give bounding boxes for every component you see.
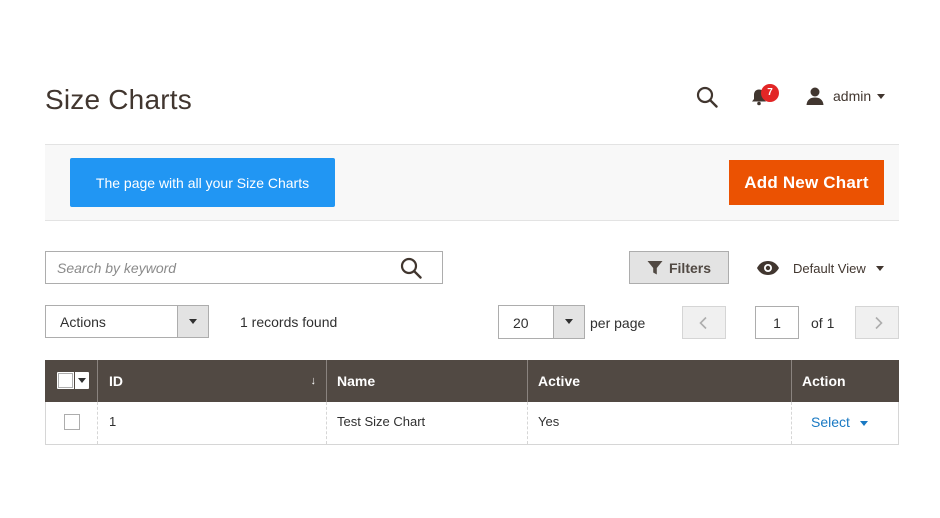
- per-page-dropdown-toggle[interactable]: [553, 306, 584, 338]
- column-header-active[interactable]: Active: [528, 360, 792, 402]
- next-page-button[interactable]: [855, 306, 899, 339]
- chevron-down-icon: [189, 319, 197, 324]
- user-name[interactable]: admin: [833, 88, 871, 104]
- total-pages-label: of 1: [811, 315, 835, 331]
- previous-page-button[interactable]: [682, 306, 726, 339]
- grid-header: ID ↓ Name Active Action: [45, 360, 899, 402]
- chevron-down-icon[interactable]: [877, 94, 885, 99]
- actions-label: Actions: [60, 314, 106, 330]
- row-select-action-link[interactable]: Select: [811, 414, 850, 430]
- row-checkbox[interactable]: [64, 414, 80, 430]
- current-page-input[interactable]: [755, 306, 799, 339]
- column-label-action: Action: [802, 373, 846, 389]
- filters-button[interactable]: Filters: [629, 251, 729, 284]
- view-label: Default View: [793, 260, 866, 276]
- divider: [74, 372, 75, 389]
- filters-label: Filters: [668, 259, 711, 276]
- mass-select-column: [45, 360, 98, 402]
- checkbox-box: [58, 373, 73, 388]
- row-id: 1: [98, 402, 327, 444]
- per-page-dropdown[interactable]: 20: [498, 305, 585, 339]
- column-label-active: Active: [538, 373, 581, 389]
- chevron-down-icon: [78, 378, 86, 383]
- view-switcher[interactable]: Default View: [756, 257, 884, 279]
- search-icon[interactable]: [696, 86, 718, 108]
- funnel-icon: [647, 260, 663, 274]
- notification-badge[interactable]: 7: [761, 84, 779, 102]
- page-title: Size Charts: [45, 84, 192, 115]
- per-page-label: per page: [590, 315, 646, 331]
- search-box: [45, 251, 443, 284]
- search-input[interactable]: [46, 252, 386, 283]
- row-select-cell: [46, 402, 98, 444]
- table-row: 1 Test Size Chart Yes Select: [45, 402, 899, 445]
- column-header-name[interactable]: Name: [327, 360, 528, 402]
- size-charts-info-button[interactable]: The page with all your Size Charts: [70, 158, 335, 207]
- search-icon[interactable]: [400, 257, 422, 279]
- per-page-value: 20: [513, 315, 529, 331]
- chevron-down-icon: [875, 265, 884, 271]
- records-count: 1 records found: [240, 314, 338, 330]
- column-header-id[interactable]: ID ↓: [98, 360, 327, 402]
- row-name: Test Size Chart: [327, 402, 528, 444]
- row-action-cell: Select: [792, 402, 898, 444]
- actions-dropdown[interactable]: Actions: [45, 305, 209, 338]
- add-new-chart-button[interactable]: Add New Chart: [729, 160, 884, 205]
- user-icon[interactable]: [805, 86, 825, 106]
- row-active: Yes: [528, 402, 792, 444]
- chevron-left-icon: [699, 316, 707, 330]
- eye-icon: [757, 261, 779, 275]
- chevron-right-icon: [875, 316, 883, 330]
- column-label-name: Name: [337, 373, 376, 389]
- chevron-down-icon[interactable]: [859, 421, 868, 427]
- column-label-id: ID: [109, 373, 123, 389]
- sort-arrow-icon: ↓: [310, 375, 317, 387]
- column-header-action: Action: [792, 360, 899, 402]
- mass-select-checkbox[interactable]: [57, 372, 89, 389]
- actions-dropdown-toggle[interactable]: [177, 306, 208, 337]
- chevron-down-icon: [565, 319, 573, 324]
